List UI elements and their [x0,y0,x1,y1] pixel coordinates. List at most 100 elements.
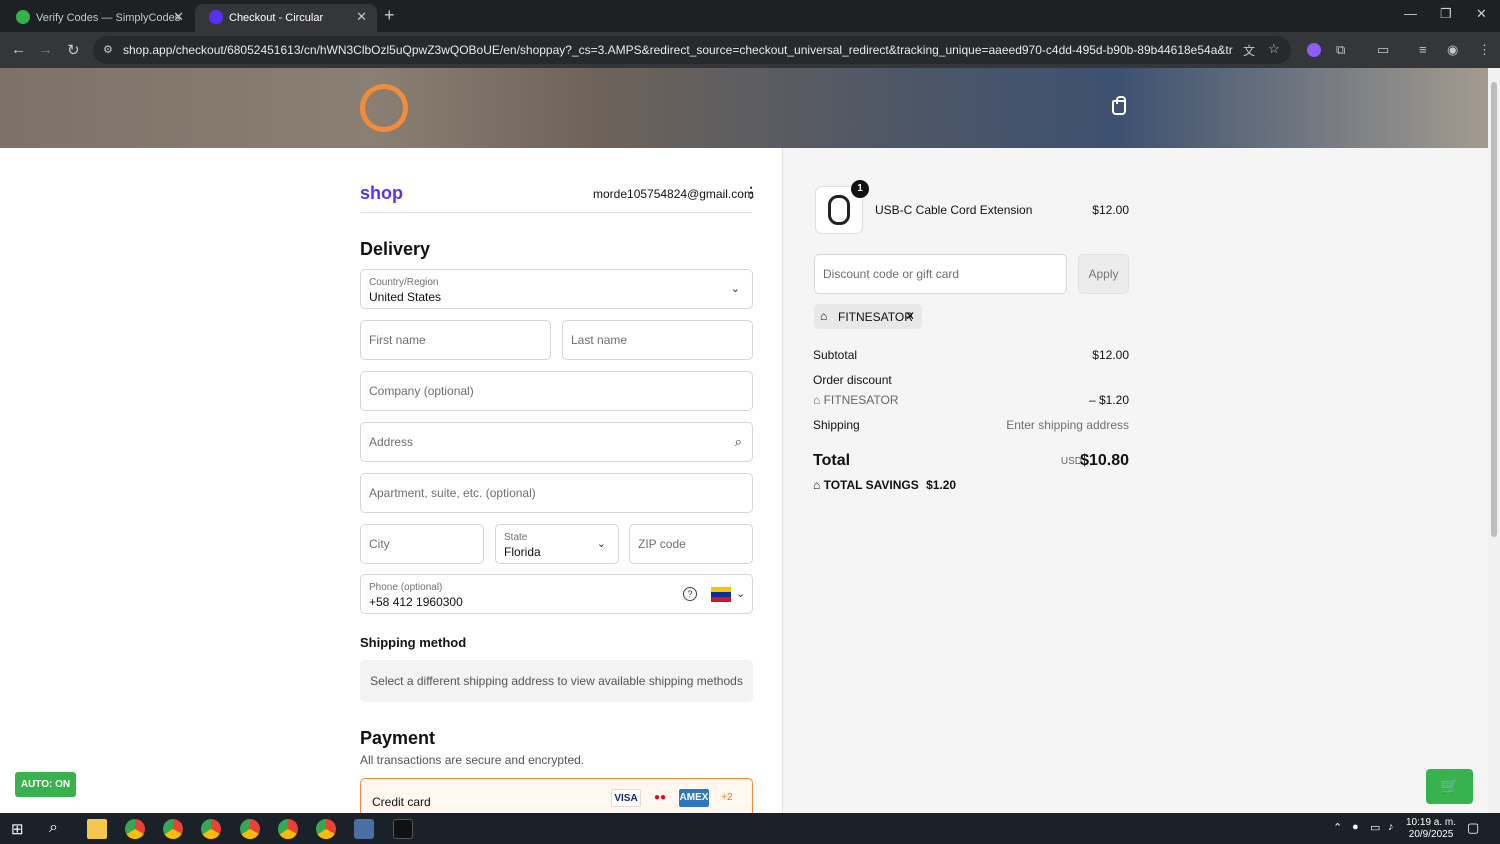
venezuela-flag-icon[interactable] [711,587,731,602]
app-icon[interactable] [354,819,374,839]
quantity-badge: 1 [851,180,869,198]
close-window-icon[interactable]: ✕ [1476,6,1487,22]
microphone-icon[interactable]: ● [1352,821,1359,833]
shopping-bag-icon[interactable] [1112,96,1126,115]
divider [360,212,752,213]
volume-icon[interactable]: ♪ [1388,821,1394,833]
close-tab-icon[interactable]: ✕ [173,9,184,25]
account-email: morde105754824@gmail.com [593,187,754,201]
chevron-down-icon: ⌄ [730,283,740,295]
total-value: $10.80 [1080,452,1129,469]
reading-list-icon[interactable]: ≡ [1419,42,1427,57]
discount-code-text: FITNESATOR [823,393,899,407]
account-menu-icon[interactable]: ⋮ [744,184,758,201]
clock[interactable]: 10:19 a. m. 20/9/2025 [1406,817,1456,841]
first-name-field[interactable] [360,320,551,360]
back-icon[interactable]: ← [11,41,26,58]
site-info-icon[interactable]: ⚙ [103,43,113,56]
credit-card-option[interactable]: Credit card VISA ●● AMEX +2 [360,778,753,818]
phone-field[interactable]: Phone (optional) +58 412 1960300 ? ⌄ [360,574,753,614]
translate-icon[interactable]: 文 [1243,42,1255,59]
address-input[interactable] [369,435,702,449]
zip-field[interactable] [629,524,753,564]
city-field[interactable] [360,524,484,564]
tag-icon: ⌂ [813,478,824,492]
tray-chevron-icon[interactable]: ⌃ [1333,821,1342,834]
simplycodes-favicon-icon [16,10,30,24]
scrollbar-thumb[interactable] [1491,82,1497,537]
shipping-method-heading: Shipping method [360,635,467,650]
state-select[interactable]: State Florida ⌄ [495,524,619,564]
apartment-field[interactable] [360,473,753,513]
extension-icon[interactable] [1307,43,1321,57]
phone-value[interactable]: +58 412 1960300 [369,595,463,609]
file-explorer-icon[interactable] [87,819,107,839]
shipping-method-notice: Select a different shipping address to v… [360,660,753,702]
browser-tab-bar: Verify Codes — SimplyCodes ✕ Checkout - … [0,0,1500,32]
product-price: $12.00 [1092,203,1129,217]
hero-banner [0,68,1488,148]
circular-logo-icon[interactable] [360,84,408,132]
forward-icon[interactable]: → [38,41,53,58]
bookmark-star-icon[interactable]: ☆ [1268,41,1280,57]
chrome-icon[interactable] [125,819,145,839]
remove-discount-icon[interactable]: ✕ [905,309,915,323]
scrollbar[interactable] [1488,68,1500,813]
more-cards-badge: +2 [721,792,733,803]
last-name-field[interactable] [562,320,753,360]
minimize-icon[interactable]: — [1404,6,1417,21]
tab-simplycodes[interactable]: Verify Codes — SimplyCodes ✕ [2,4,194,32]
chrome-icon[interactable] [316,819,336,839]
auto-toggle-badge[interactable]: AUTO: ON [15,772,76,797]
media-icon[interactable]: ▭ [1377,42,1389,58]
discount-field[interactable] [814,254,1067,294]
notifications-icon[interactable]: ▢ [1467,820,1479,836]
menu-kebab-icon[interactable]: ⋮ [1478,42,1491,58]
circular-favicon-icon [209,10,223,24]
address-field[interactable]: ⌕ [360,422,753,462]
chrome-icon[interactable] [163,819,183,839]
new-tab-icon[interactable]: + [384,5,395,26]
windows-start-icon[interactable]: ⊞ [11,820,24,838]
address-bar[interactable]: ⚙ shop.app/checkout/68052451613/cn/hWN3C… [93,36,1291,64]
close-tab-icon[interactable]: ✕ [356,9,367,25]
cable-image-icon [828,195,850,225]
time: 10:19 a. m. [1406,817,1457,828]
restore-icon[interactable]: ❐ [1440,6,1452,22]
tag-icon: ⌂ [820,309,828,323]
payment-subtitle: All transactions are secure and encrypte… [360,753,585,767]
terminal-icon[interactable] [393,819,413,839]
search-icon[interactable]: ⌕ [49,819,58,837]
extensions-puzzle-icon[interactable]: ⧉ [1336,42,1345,58]
currency-code: USD [1060,456,1082,467]
last-name-input[interactable] [571,333,732,347]
apply-button[interactable]: Apply [1078,254,1129,294]
reload-icon[interactable]: ↻ [67,41,80,59]
chevron-down-icon[interactable]: ⌄ [736,587,745,600]
discount-value: – $1.20 [1088,393,1129,407]
product-name: USB-C Cable Cord Extension [875,203,1033,217]
savings-value: $1.20 [926,478,957,492]
discount-input[interactable] [823,267,1037,281]
network-icon[interactable]: ▭ [1370,821,1380,834]
search-icon[interactable]: ⌕ [735,434,742,450]
help-icon[interactable]: ? [683,587,697,601]
country-label: Country/Region [369,277,439,288]
company-field[interactable] [360,371,753,411]
country-select[interactable]: Country/Region United States ⌄ [360,269,753,309]
tab-checkout[interactable]: Checkout - Circular ✕ [195,4,377,32]
chrome-icon-active[interactable] [240,819,260,839]
city-input[interactable] [369,537,473,551]
company-input[interactable] [369,384,702,398]
windows-taskbar: ⊞ ⌕ ⌃ ● ▭ ♪ 10:19 a. m. 20/9/2025 ▢ [0,813,1500,844]
chrome-icon[interactable] [201,819,221,839]
tag-icon: ⌂ [813,393,824,407]
state-value: Florida [504,545,541,559]
zip-input[interactable] [638,537,742,551]
cart-button-icon[interactable]: 🛒 [1426,769,1473,804]
chrome-icon[interactable] [278,819,298,839]
profile-icon[interactable]: ◉ [1447,42,1458,58]
apartment-input[interactable] [369,486,702,500]
url-text[interactable]: shop.app/checkout/68052451613/cn/hWN3Clb… [123,43,1233,57]
first-name-input[interactable] [369,333,530,347]
